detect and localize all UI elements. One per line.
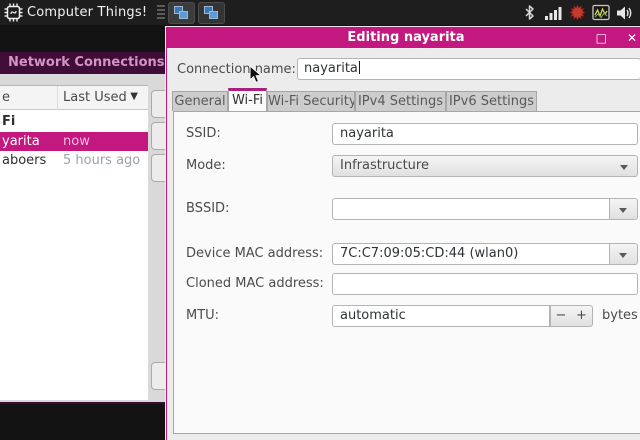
top-panel: Computer Things! xyxy=(0,0,640,25)
sort-descending-icon[interactable]: ▼ xyxy=(130,91,138,102)
device-mac-input[interactable]: 7C:C7:09:05:CD:44 (wlan0) xyxy=(332,243,609,265)
volume-icon[interactable] xyxy=(616,4,634,22)
tab-ipv4-settings[interactable]: IPv4 Settings xyxy=(355,91,446,111)
desktop: Computer Things! Network Connections e L… xyxy=(0,0,640,440)
cloned-mac-input[interactable] xyxy=(332,273,638,295)
column-header-name[interactable]: e xyxy=(2,90,10,105)
maximize-button[interactable]: □ xyxy=(596,28,607,48)
bssid-dropdown-button[interactable] xyxy=(609,198,638,220)
mtu-bytes-label: bytes xyxy=(602,308,638,323)
tab-wifi-security[interactable]: Wi-Fi Security xyxy=(267,91,355,111)
device-mac-dropdown-button[interactable] xyxy=(609,243,638,265)
taskbar-window-button-1[interactable] xyxy=(168,1,196,24)
mode-dropdown[interactable]: Infrastructure xyxy=(332,155,638,177)
dialog-titlebar[interactable]: Editing nayarita xyxy=(167,28,640,48)
window-stack-icon xyxy=(174,5,189,20)
list-group-row-wifi: Fi xyxy=(2,114,16,129)
mode-label: Mode: xyxy=(186,158,226,173)
bssid-input[interactable] xyxy=(332,198,609,220)
cloned-mac-label: Cloned MAC address: xyxy=(186,276,324,291)
column-divider xyxy=(57,86,58,110)
bssid-label: BSSID: xyxy=(186,201,230,216)
tab-general[interactable]: General xyxy=(172,91,228,111)
panel-app-title[interactable]: Computer Things! xyxy=(27,5,147,20)
mtu-input[interactable]: automatic xyxy=(332,305,550,327)
connection-name-input[interactable]: nayarita xyxy=(297,58,640,80)
network-connections-title: Network Connections xyxy=(8,55,165,70)
device-mac-label: Device MAC address: xyxy=(186,246,324,261)
tab-wifi[interactable]: Wi-Fi xyxy=(228,88,267,111)
column-header-last-used[interactable]: Last Used xyxy=(63,90,127,105)
wifi-tab-panel: SSID: nayarita Mode: Infrastructure BSSI… xyxy=(173,111,640,434)
chevron-down-icon xyxy=(619,208,627,213)
app-menu-chip-icon[interactable] xyxy=(2,2,24,24)
taskbar-window-button-2[interactable] xyxy=(198,1,226,24)
alert-burst-icon[interactable] xyxy=(568,4,586,22)
ssid-input[interactable]: nayarita xyxy=(332,123,638,145)
text-caret xyxy=(358,61,360,74)
network-connections-titlebar[interactable]: Network Connections xyxy=(0,52,167,74)
tasklist-grip[interactable] xyxy=(157,5,166,20)
chevron-down-icon xyxy=(619,253,627,258)
mtu-decrement-button[interactable]: − xyxy=(550,305,572,327)
list-item-nayarita[interactable]: yarita now xyxy=(0,132,148,151)
dialog-title: Editing nayarita xyxy=(347,30,465,45)
mtu-label: MTU: xyxy=(186,308,220,323)
network-connections-window: Network Connections e Last Used ▼ Fi yar… xyxy=(0,52,175,404)
system-tray xyxy=(520,4,640,22)
list-header-row: e Last Used ▼ xyxy=(0,86,148,110)
list-item-aboers[interactable]: aboers 5 hours ago xyxy=(0,151,148,170)
connection-name-label: Connection name: xyxy=(177,62,296,77)
ssid-label: SSID: xyxy=(186,126,221,141)
mtu-increment-button[interactable]: + xyxy=(571,305,593,327)
connections-buttons-strip xyxy=(148,85,175,400)
bluetooth-icon[interactable] xyxy=(520,4,538,22)
chevron-down-icon xyxy=(620,165,628,170)
signal-bars-icon[interactable] xyxy=(544,4,562,22)
tab-ipv6-settings[interactable]: IPv6 Settings xyxy=(446,91,537,111)
system-monitor-icon[interactable] xyxy=(592,4,610,22)
edit-connection-dialog: Editing nayarita □ ✕ Connection name: na… xyxy=(166,27,640,440)
close-button[interactable]: ✕ xyxy=(627,28,637,48)
connections-list: e Last Used ▼ Fi yarita now aboers 5 hou… xyxy=(0,85,148,400)
window-stack-icon xyxy=(204,5,219,20)
